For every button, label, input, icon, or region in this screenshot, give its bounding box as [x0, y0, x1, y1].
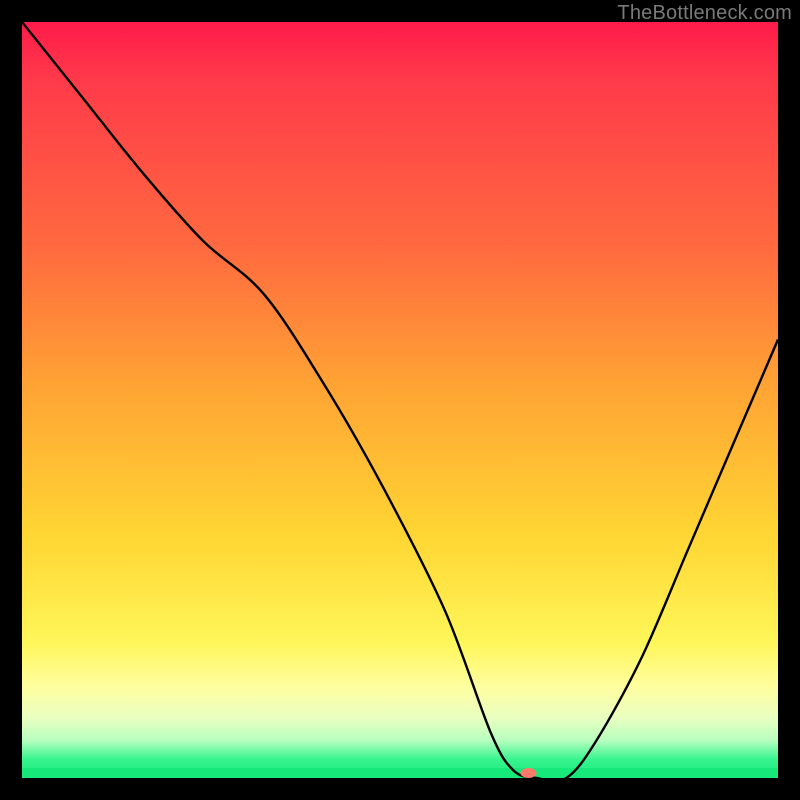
chart-container: TheBottleneck.com [0, 0, 800, 800]
bottleneck-curve [22, 22, 778, 778]
curve-path [22, 22, 778, 781]
plot-area [22, 22, 778, 778]
optimum-marker [521, 768, 537, 778]
